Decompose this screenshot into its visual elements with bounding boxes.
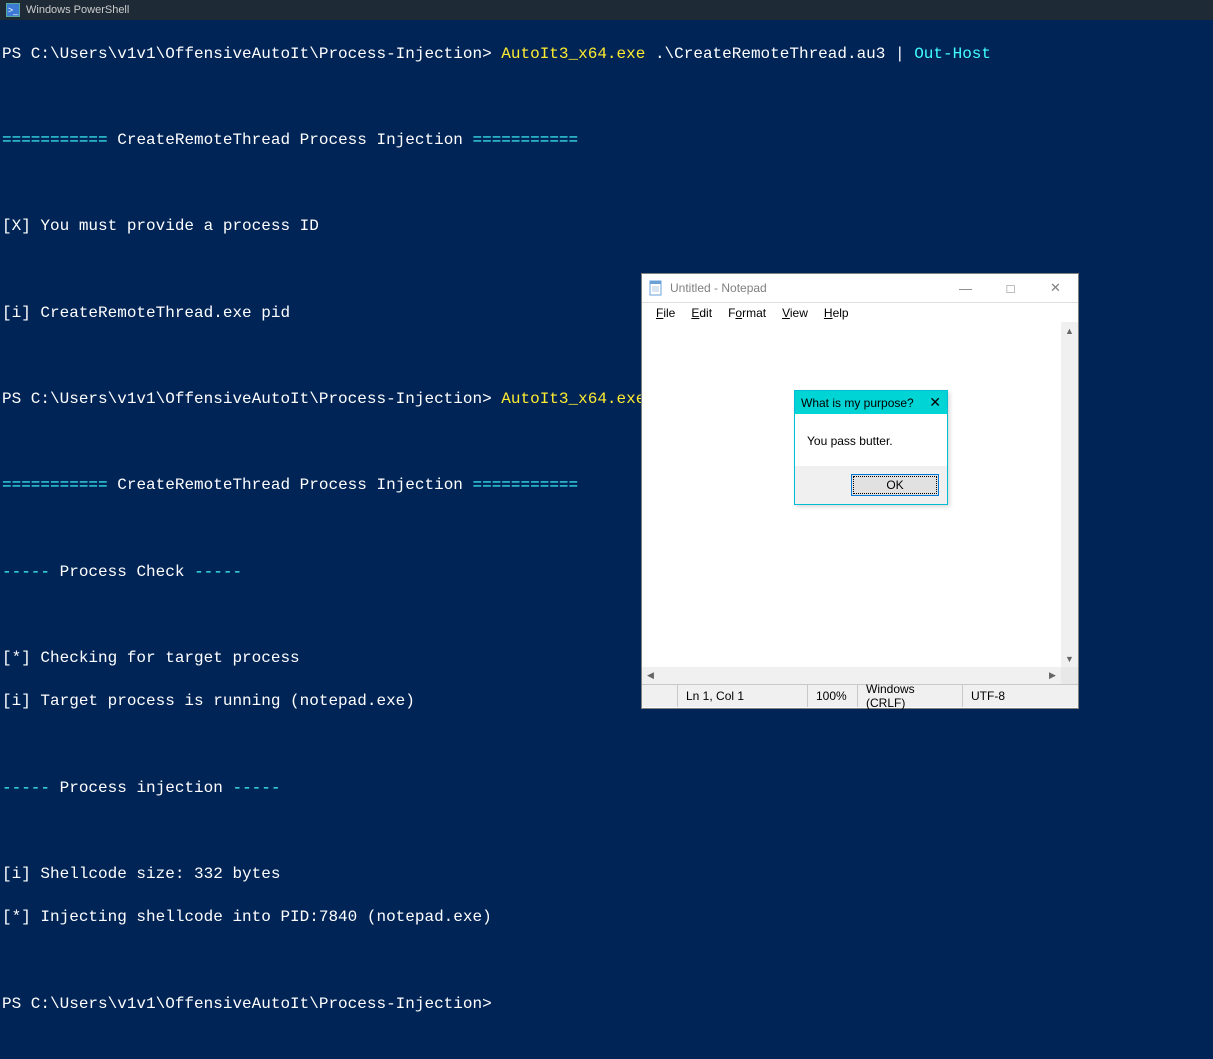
divider: =========== <box>2 476 108 494</box>
dash-divider: ----- <box>2 563 50 581</box>
powershell-icon: >_ <box>6 3 20 17</box>
command-exe: AutoIt3_x64.exe <box>501 390 645 408</box>
output-line: [X] You must provide a process ID <box>2 216 1209 238</box>
header-text: CreateRemoteThread Process Injection <box>117 131 463 149</box>
messagebox-titlebar[interactable]: What is my purpose? ✕ <box>795 391 947 414</box>
scroll-up-icon[interactable]: ▲ <box>1061 322 1078 339</box>
divider: =========== <box>473 476 579 494</box>
notepad-title: Untitled - Notepad <box>670 281 943 295</box>
messagebox-title: What is my purpose? <box>801 396 914 410</box>
command-arg: .\CreateRemoteThread.au3 | <box>655 45 905 63</box>
close-icon[interactable]: ✕ <box>929 394 941 411</box>
status-lncol: Ln 1, Col 1 <box>677 685 807 707</box>
output-line: [i] Shellcode size: 332 bytes <box>2 864 1209 886</box>
command-exe: AutoIt3_x64.exe <box>501 45 645 63</box>
messagebox-window: What is my purpose? ✕ You pass butter. O… <box>794 390 948 505</box>
prompt: PS C:\Users\v1v1\OffensiveAutoIt\Process… <box>2 995 492 1013</box>
divider: =========== <box>473 131 579 149</box>
minimize-button[interactable]: ― <box>943 274 988 303</box>
notepad-icon <box>648 280 664 296</box>
ok-button[interactable]: OK <box>851 474 939 496</box>
output-line: [*] Injecting shellcode into PID:7840 (n… <box>2 907 1209 929</box>
section-label: Process injection <box>60 779 223 797</box>
powershell-titlebar[interactable]: >_ Windows PowerShell <box>0 0 1213 20</box>
menu-help[interactable]: Help <box>816 305 857 321</box>
maximize-button[interactable]: □ <box>988 274 1033 303</box>
horizontal-scrollbar[interactable]: ◀ ▶ <box>642 667 1078 684</box>
messagebox-button-row: OK <box>795 466 947 504</box>
vertical-scrollbar[interactable]: ▲ ▼ <box>1061 322 1078 667</box>
header-text: CreateRemoteThread Process Injection <box>117 476 463 494</box>
scroll-right-icon[interactable]: ▶ <box>1044 667 1061 684</box>
messagebox-body: You pass butter. <box>795 414 947 466</box>
dash-divider: ----- <box>2 779 50 797</box>
menu-edit[interactable]: Edit <box>683 305 720 321</box>
menu-file[interactable]: File <box>648 305 683 321</box>
scroll-down-icon[interactable]: ▼ <box>1061 650 1078 667</box>
notepad-menubar: File Edit Format View Help <box>642 303 1078 322</box>
divider: =========== <box>2 131 108 149</box>
scroll-left-icon[interactable]: ◀ <box>642 667 659 684</box>
section-label: Process Check <box>60 563 185 581</box>
close-button[interactable]: ✕ <box>1033 274 1078 303</box>
prompt: PS C:\Users\v1v1\OffensiveAutoIt\Process… <box>2 45 492 63</box>
powershell-title: Windows PowerShell <box>26 4 129 16</box>
status-crlf: Windows (CRLF) <box>857 685 962 707</box>
menu-view[interactable]: View <box>774 305 816 321</box>
status-zoom: 100% <box>807 685 857 707</box>
scroll-corner <box>1061 667 1078 684</box>
menu-format[interactable]: Format <box>720 305 774 321</box>
notepad-statusbar: Ln 1, Col 1 100% Windows (CRLF) UTF-8 <box>642 684 1078 707</box>
prompt: PS C:\Users\v1v1\OffensiveAutoIt\Process… <box>2 390 492 408</box>
notepad-titlebar[interactable]: Untitled - Notepad ― □ ✕ <box>642 274 1078 303</box>
status-encoding: UTF-8 <box>962 685 1078 707</box>
command-out: Out-Host <box>914 45 991 63</box>
dash-divider: ----- <box>232 779 280 797</box>
dash-divider: ----- <box>194 563 242 581</box>
